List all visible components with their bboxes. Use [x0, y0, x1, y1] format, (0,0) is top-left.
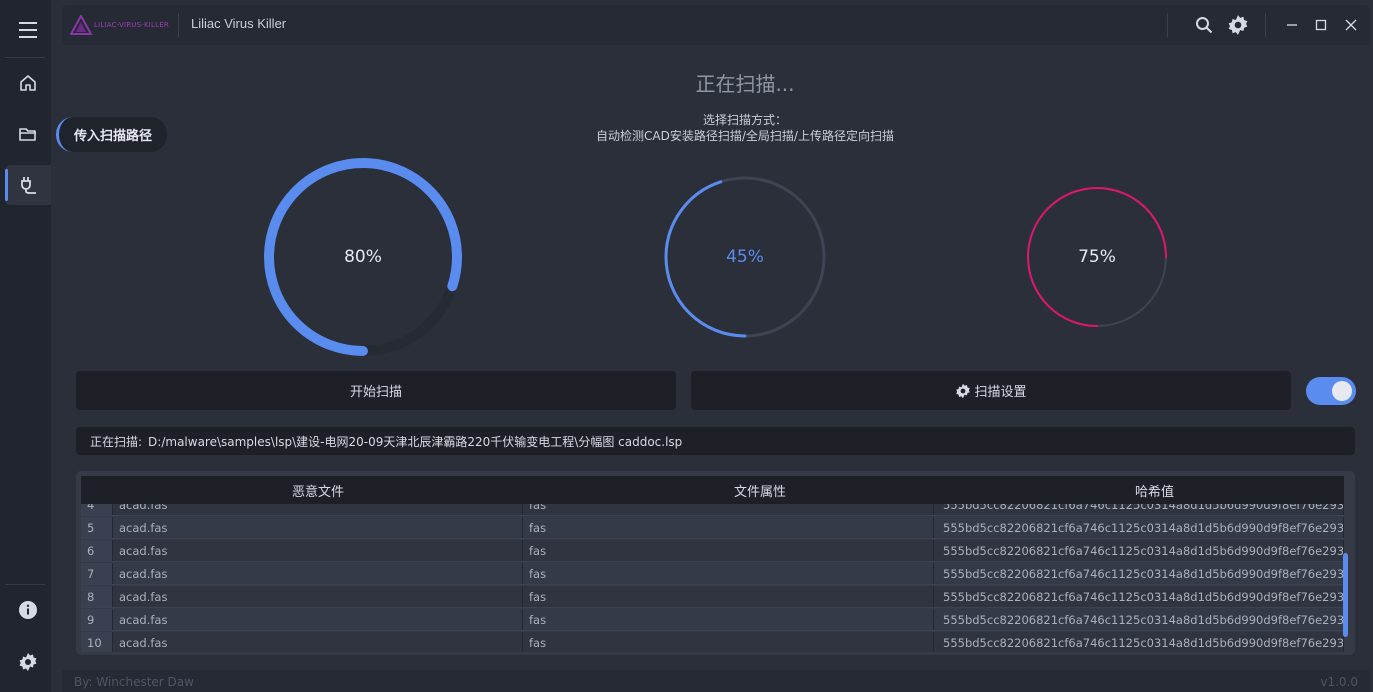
plug-icon — [21, 177, 36, 194]
scan-status-bar: 正在扫描: D:/malware\samples\lsp\建设-电网20-09天… — [76, 427, 1355, 455]
row-number: 10 — [81, 632, 113, 652]
sidebar — [0, 0, 51, 692]
app-logo: LILIAC-VIRUS-KILLER — [70, 12, 174, 38]
scan-toggle[interactable] — [1306, 377, 1356, 405]
row-number: 9 — [81, 609, 113, 630]
gauge-label: 75% — [1078, 247, 1116, 267]
column-header-hash[interactable]: 哈希值 — [965, 476, 1344, 504]
gauge-label: 45% — [726, 247, 764, 267]
column-header-attr[interactable]: 文件属性 — [555, 476, 965, 504]
table-row[interactable]: 8 acad.fas fas 555bd5cc82206821cf6a746c1125… — [81, 586, 1344, 608]
maximize-button[interactable] — [1309, 13, 1333, 37]
table-row[interactable]: 7 acad.fas fas 555bd5cc82206821cf6a746c1125… — [81, 563, 1344, 585]
minimize-icon — [1287, 24, 1297, 26]
gear-icon — [956, 383, 971, 398]
cell-file: acad.fas — [113, 504, 523, 515]
menu-icon — [19, 22, 37, 38]
cell-hash: 555bd5cc82206821cf6a746c1125c0314a8d1d5b… — [934, 609, 1344, 630]
progress-gauge-large: 80% — [262, 156, 464, 358]
table-row[interactable]: 10 acad.fas fas 555bd5cc82206821cf6a746c112… — [81, 632, 1344, 652]
app-title: Liliac Virus Killer — [191, 16, 287, 31]
scan-mode-label: 选择扫描方式： — [702, 113, 787, 127]
close-icon — [1345, 19, 1357, 31]
cell-attr: fas — [523, 517, 934, 538]
logo-icon — [70, 15, 92, 35]
menu-button[interactable] — [5, 10, 51, 50]
cell-attr: fas — [523, 586, 934, 607]
cell-hash: 555bd5cc82206821cf6a746c1125c0314a8d1d5b… — [934, 517, 1344, 538]
table-header: 恶意文件 文件属性 哈希值 — [81, 476, 1344, 504]
status-path: D:/malware\samples\lsp\建设-电网20-09天津北辰津霸路… — [148, 434, 683, 449]
toggle-knob — [1332, 381, 1352, 401]
table-row[interactable]: 6 acad.fas fas 555bd5cc82206821cf6a746c1125… — [81, 540, 1344, 562]
scan-settings-button[interactable]: 扫描设置 — [691, 371, 1291, 410]
cell-attr: fas — [523, 609, 934, 630]
cell-attr: fas — [523, 563, 934, 584]
cell-file: acad.fas — [113, 586, 523, 607]
gear-icon — [19, 653, 37, 671]
gauge-label: 80% — [344, 247, 382, 267]
column-header-file[interactable]: 恶意文件 — [81, 476, 555, 504]
cell-attr: fas — [523, 504, 934, 515]
row-number: 4 — [81, 504, 113, 515]
footer: By: Winchester Daw v1.0.0 — [62, 670, 1370, 692]
progress-gauge-small: 75% — [1026, 186, 1168, 328]
minimize-button[interactable] — [1280, 13, 1304, 37]
cell-hash: 555bd5cc82206821cf6a746c1125c0314a8d1d5b… — [934, 563, 1344, 584]
row-number: 5 — [81, 517, 113, 538]
cell-hash: 555bd5cc82206821cf6a746c1125c0314a8d1d5b… — [934, 632, 1344, 652]
status-prefix: 正在扫描: — [90, 434, 143, 449]
table-row[interactable]: 4 acad.fas fas 555bd5cc82206821cf6a746c1125… — [81, 504, 1344, 516]
cell-file: acad.fas — [113, 563, 523, 584]
sidebar-divider — [5, 584, 45, 585]
title-divider — [1265, 13, 1266, 37]
sidebar-item-plugin[interactable] — [5, 165, 51, 205]
page-title: 正在扫描... — [695, 72, 795, 96]
start-scan-button[interactable]: 开始扫描 — [76, 371, 676, 410]
cell-attr: fas — [523, 632, 934, 652]
title-divider — [1167, 13, 1168, 37]
progress-gauge-medium: 45% — [664, 176, 826, 338]
sidebar-item-info[interactable] — [5, 590, 51, 630]
gear-icon — [1228, 15, 1248, 35]
table-row[interactable]: 9 acad.fas fas 555bd5cc82206821cf6a746c1125… — [81, 609, 1344, 631]
footer-author: By: Winchester Daw — [74, 675, 194, 689]
search-icon — [1196, 17, 1213, 34]
title-divider — [178, 13, 179, 37]
row-number: 8 — [81, 586, 113, 607]
footer-version: v1.0.0 — [1320, 675, 1358, 689]
table-row[interactable]: 5 acad.fas fas 555bd5cc82206821cf6a746c1125… — [81, 517, 1344, 539]
cell-hash: 555bd5cc82206821cf6a746c1125c0314a8d1d5b… — [934, 586, 1344, 607]
sidebar-divider — [5, 57, 45, 58]
cell-file: acad.fas — [113, 609, 523, 630]
logo-text: LILIAC-VIRUS-KILLER — [94, 21, 169, 29]
row-number: 7 — [81, 563, 113, 584]
title-bar: LILIAC-VIRUS-KILLER Liliac Virus Killer — [62, 5, 1370, 45]
results-table: 恶意文件 文件属性 哈希值 4 acad.fas fas 555bd5cc822068… — [76, 471, 1355, 655]
close-button[interactable] — [1339, 13, 1363, 37]
table-body: 4 acad.fas fas 555bd5cc82206821cf6a746c1125… — [81, 504, 1344, 652]
cell-hash: 555bd5cc82206821cf6a746c1125c0314a8d1d5b… — [934, 540, 1344, 561]
cell-attr: fas — [523, 540, 934, 561]
settings-button[interactable] — [1226, 13, 1250, 37]
search-button[interactable] — [1192, 13, 1216, 37]
scan-settings-label: 扫描设置 — [974, 385, 1027, 400]
cell-hash: 555bd5cc82206821cf6a746c1125c0314a8d1d5b… — [934, 504, 1344, 515]
table-scrollbar[interactable] — [1343, 553, 1348, 637]
row-number: 6 — [81, 540, 113, 561]
start-scan-label: 开始扫描 — [349, 385, 402, 400]
maximize-icon — [1315, 19, 1327, 31]
sidebar-item-settings[interactable] — [5, 642, 51, 682]
cell-file: acad.fas — [113, 517, 523, 538]
cell-file: acad.fas — [113, 632, 523, 652]
info-icon — [19, 601, 37, 619]
cell-file: acad.fas — [113, 540, 523, 561]
scan-mode-description: 自动检测CAD安装路径扫描/全局扫描/上传路径定向扫描 — [596, 129, 894, 143]
